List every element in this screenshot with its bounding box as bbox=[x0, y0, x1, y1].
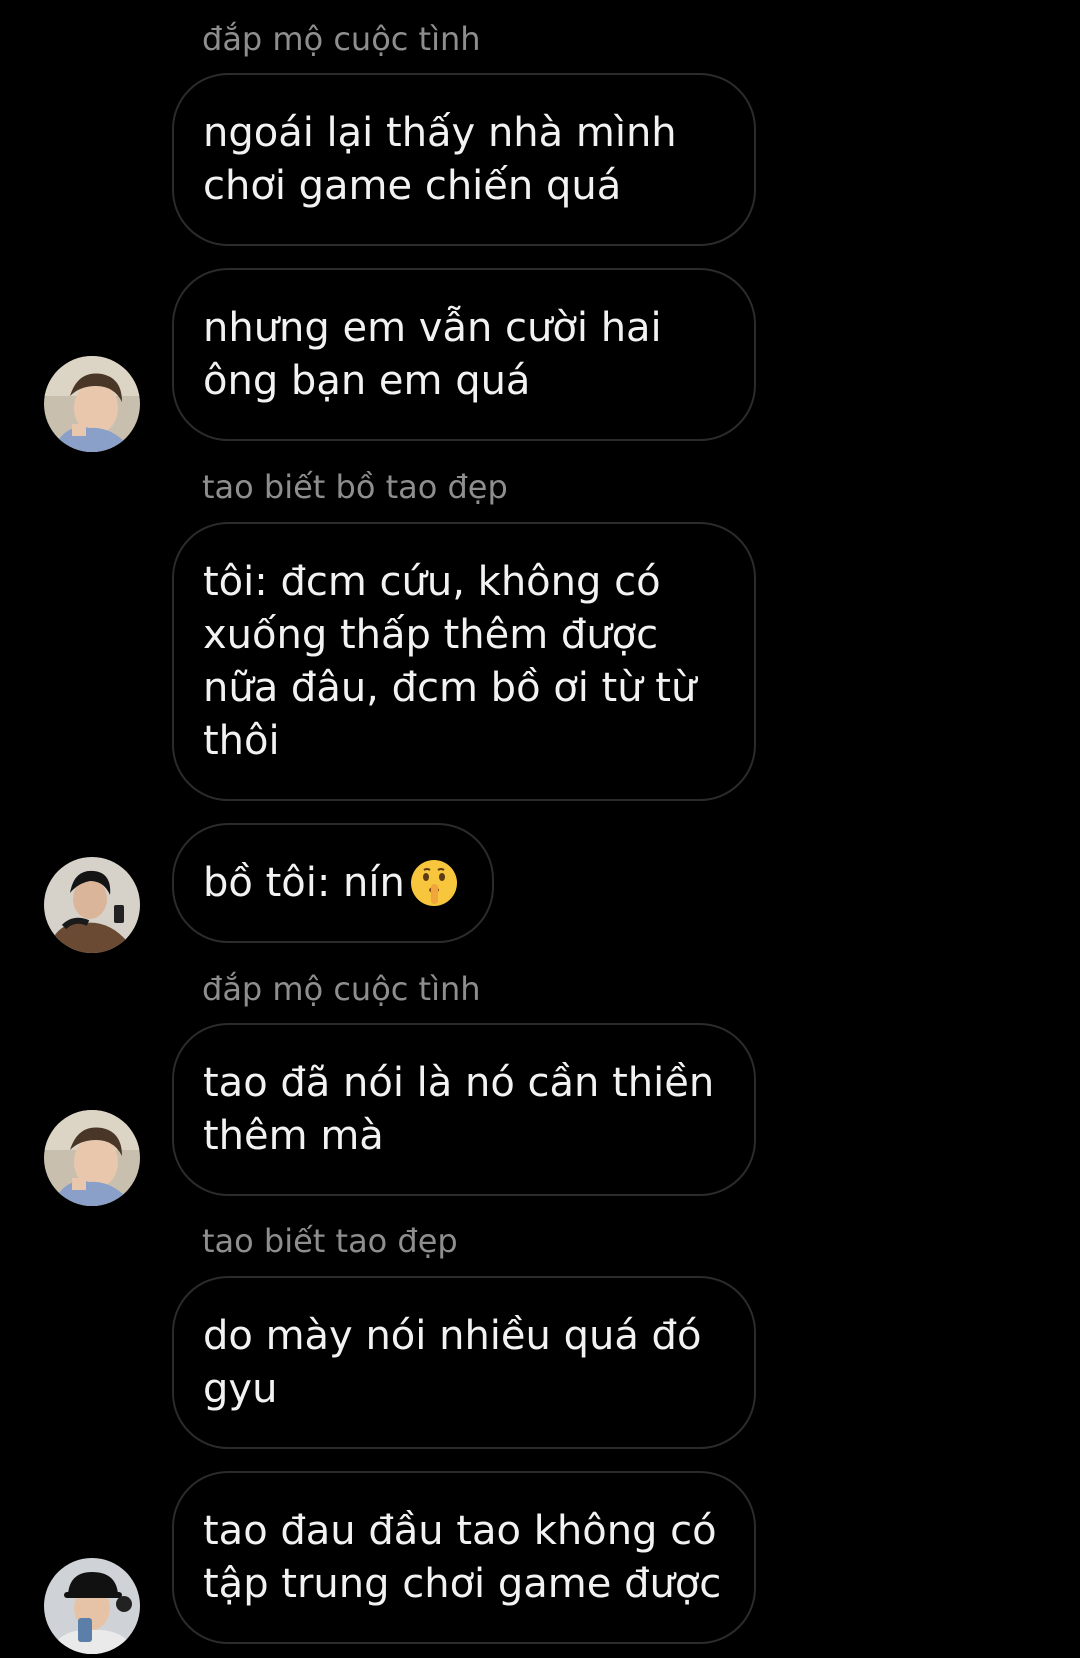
message-text: tao đau đầu tao không có bbox=[203, 1507, 717, 1554]
avatar-user-1-image bbox=[44, 1110, 140, 1206]
message-bubble[interactable]: tôi: đcm cứu, không có xuống thấp thêm đ… bbox=[172, 522, 756, 801]
message-bubble[interactable]: bồ tôi: nín bbox=[172, 823, 494, 943]
shushing-face-emoji bbox=[409, 858, 459, 908]
sender-name: tao biết tao đẹp bbox=[202, 1222, 458, 1260]
avatar[interactable] bbox=[44, 356, 140, 452]
message-bubble[interactable]: do mày nói nhiều quá đó gyu bbox=[172, 1276, 756, 1449]
message-text: chơi game chiến quá bbox=[203, 162, 622, 209]
message-bubble[interactable]: tao đau đầu tao không có tập trung chơi … bbox=[172, 1471, 756, 1644]
message-text: gyu bbox=[203, 1365, 278, 1412]
message-text: tập trung chơi game được bbox=[203, 1560, 722, 1607]
sender-name: đắp mộ cuộc tình bbox=[202, 20, 481, 58]
avatar-user-3-image bbox=[44, 1558, 140, 1654]
message-text: tôi: đcm cứu, không có bbox=[203, 558, 661, 605]
message-bubble[interactable]: tao đã nói là nó cần thiền thêm mà bbox=[172, 1023, 756, 1196]
avatar-user-2-image bbox=[44, 857, 140, 953]
message-text: tao đã nói là nó cần thiền bbox=[203, 1059, 715, 1106]
message-bubble[interactable]: nhưng em vẫn cười hai ông bạn em quá bbox=[172, 268, 756, 441]
message-text: nhưng em vẫn cười hai bbox=[203, 304, 662, 351]
avatar[interactable] bbox=[44, 857, 140, 953]
avatar[interactable] bbox=[44, 1558, 140, 1654]
message-text: do mày nói nhiều quá đó bbox=[203, 1312, 702, 1359]
message-text: bồ tôi: nín bbox=[203, 859, 405, 906]
avatar-user-1-image bbox=[44, 356, 140, 452]
message-text: thôi bbox=[203, 717, 280, 764]
sender-name: tao biết bồ tao đẹp bbox=[202, 468, 508, 506]
avatar[interactable] bbox=[44, 1110, 140, 1206]
message-bubble[interactable]: ngoái lại thấy nhà mình chơi game chiến … bbox=[172, 73, 756, 246]
message-text: ngoái lại thấy nhà mình bbox=[203, 109, 677, 156]
message-text: thêm mà bbox=[203, 1112, 384, 1159]
message-text: xuống thấp thêm được bbox=[203, 611, 659, 658]
message-text: ông bạn em quá bbox=[203, 357, 531, 404]
sender-name: đắp mộ cuộc tình bbox=[202, 970, 481, 1008]
message-text: nữa đâu, đcm bồ ơi từ từ bbox=[203, 664, 697, 711]
